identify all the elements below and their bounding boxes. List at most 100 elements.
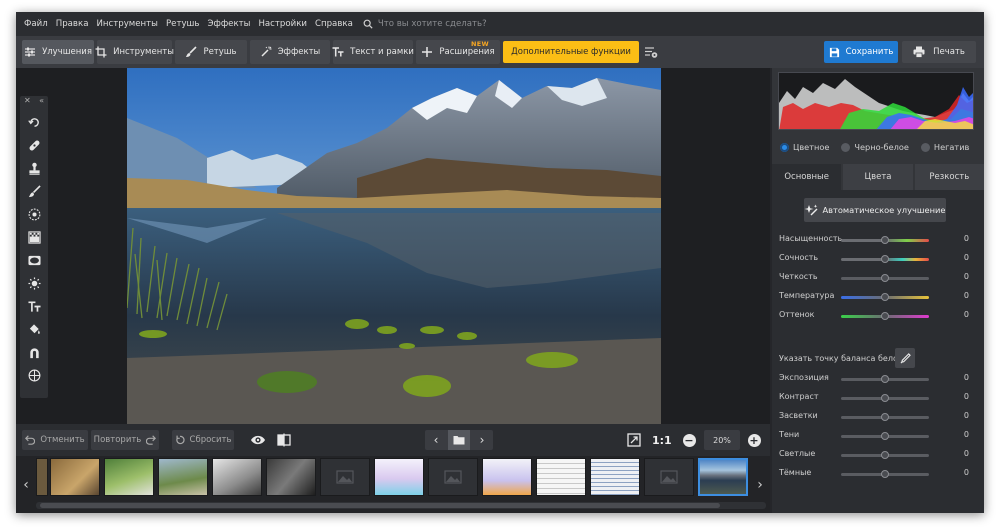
- settings-toggle-button[interactable]: [641, 41, 661, 63]
- scrollbar-thumb[interactable]: [40, 503, 720, 508]
- stamp-tool[interactable]: [24, 158, 44, 178]
- slider-label: Контраст: [779, 392, 819, 401]
- radio-bw[interactable]: [841, 142, 851, 152]
- menu-settings[interactable]: Настройки: [254, 19, 311, 29]
- menu-retouch[interactable]: Ретушь: [162, 19, 204, 29]
- tab-basic[interactable]: Основные: [772, 164, 842, 190]
- slider-knob[interactable]: [881, 470, 889, 478]
- actual-size-button[interactable]: 1:1: [652, 430, 672, 450]
- undo-button[interactable]: Отменить: [22, 430, 88, 450]
- search-input[interactable]: [377, 19, 538, 29]
- thumbnail[interactable]: [158, 458, 208, 496]
- vignette-tool[interactable]: [24, 250, 44, 270]
- thumbnail[interactable]: [212, 458, 262, 496]
- slider-knob[interactable]: [881, 255, 889, 263]
- thumbnail-placeholder[interactable]: [644, 458, 694, 496]
- redo-button[interactable]: Повторить: [91, 430, 159, 450]
- collapse-icon[interactable]: «: [39, 96, 44, 106]
- open-folder-button[interactable]: [448, 430, 470, 450]
- zoom-in-button[interactable]: +: [744, 430, 764, 450]
- slider-contrast: Контраст 0: [779, 392, 979, 404]
- menu-help[interactable]: Справка: [311, 19, 357, 29]
- slider-knob[interactable]: [881, 375, 889, 383]
- slider-clarity: Четкость 0: [779, 272, 979, 284]
- light-tool[interactable]: [24, 273, 44, 293]
- grid-tool[interactable]: [24, 365, 44, 385]
- thumbnail[interactable]: [374, 458, 424, 496]
- zoom-out-button[interactable]: −: [679, 430, 699, 450]
- thumbnail-placeholder[interactable]: [428, 458, 478, 496]
- white-balance-row: Указать точку баланса белого: [779, 348, 979, 368]
- filmstrip-scrollbar[interactable]: [36, 502, 766, 509]
- radio-negative[interactable]: [920, 142, 930, 152]
- slider-knob[interactable]: [881, 394, 889, 402]
- thumbnail[interactable]: [266, 458, 316, 496]
- mode-label: Негатив: [933, 142, 970, 152]
- slider-label: Температура: [779, 291, 835, 300]
- slider-value: 0: [963, 449, 969, 458]
- slider-whites: Светлые 0: [779, 449, 979, 461]
- slider-knob[interactable]: [881, 451, 889, 459]
- menu-tools[interactable]: Инструменты: [92, 19, 162, 29]
- rotate-tool[interactable]: [24, 112, 44, 132]
- text-tool[interactable]: [24, 296, 44, 316]
- thumbnail-selected[interactable]: [698, 458, 748, 496]
- tab-text-frames[interactable]: Текст и рамки: [332, 40, 414, 64]
- thumbnail-placeholder[interactable]: [320, 458, 370, 496]
- thumbnail[interactable]: [536, 458, 586, 496]
- photo-canvas[interactable]: [127, 68, 661, 424]
- slider-value: 0: [963, 272, 969, 281]
- fit-screen-button[interactable]: [624, 430, 644, 450]
- menu-edit[interactable]: Правка: [52, 19, 93, 29]
- slider-saturation: Насыщенность 0: [779, 234, 979, 246]
- filmstrip-prev-button[interactable]: ‹: [18, 456, 34, 513]
- fill-tool[interactable]: [24, 319, 44, 339]
- extra-functions-button[interactable]: Дополнительные функции: [503, 41, 639, 63]
- menu-effects[interactable]: Эффекты: [203, 19, 254, 29]
- print-button[interactable]: Печать: [902, 41, 976, 63]
- save-button[interactable]: Сохранить: [824, 41, 898, 63]
- reset-button[interactable]: Сбросить: [172, 430, 234, 450]
- auto-enhance-button[interactable]: Автоматическое улучшение: [804, 198, 946, 222]
- gradient-tool[interactable]: [24, 227, 44, 247]
- zoom-level[interactable]: 20%: [704, 430, 740, 450]
- app-window: Файл Правка Инструменты Ретушь Эффекты Н…: [16, 12, 984, 513]
- tab-retouch[interactable]: Ретушь: [175, 40, 247, 64]
- selection-tool[interactable]: [24, 342, 44, 362]
- preview-toggle-button[interactable]: [248, 430, 268, 450]
- slider-knob[interactable]: [881, 432, 889, 440]
- thumbnail[interactable]: [36, 458, 48, 496]
- tab-enhancements[interactable]: Улучшения: [22, 40, 94, 64]
- image-placeholder-icon: [444, 470, 462, 484]
- tab-effects[interactable]: Эффекты: [250, 40, 330, 64]
- tab-tools[interactable]: Инструменты: [95, 40, 174, 64]
- thumbnail[interactable]: [482, 458, 532, 496]
- close-icon[interactable]: ✕: [24, 96, 31, 106]
- bandage-icon: [29, 140, 39, 150]
- prev-image-button[interactable]: ‹: [425, 433, 447, 447]
- brush-tool[interactable]: [24, 181, 44, 201]
- tab-colors[interactable]: Цвета: [843, 164, 913, 190]
- slider-knob[interactable]: [881, 312, 889, 320]
- rotate-icon: [27, 117, 39, 127]
- new-badge: NEW: [471, 40, 489, 48]
- slider-knob[interactable]: [881, 274, 889, 282]
- floppy-icon: [829, 47, 839, 57]
- thumbnail[interactable]: [50, 458, 100, 496]
- menu-bar: Файл Правка Инструменты Ретушь Эффекты Н…: [16, 12, 984, 36]
- slider-knob[interactable]: [881, 293, 889, 301]
- tab-sharpness[interactable]: Резкость: [914, 164, 984, 190]
- menu-file[interactable]: Файл: [20, 19, 52, 29]
- mode-label: Цветное: [793, 142, 830, 152]
- radial-tool[interactable]: [24, 204, 44, 224]
- compare-button[interactable]: [274, 430, 294, 450]
- reset-label: Сбросить: [189, 435, 232, 445]
- heal-tool[interactable]: [24, 135, 44, 155]
- radio-color[interactable]: [780, 142, 789, 152]
- slider-knob[interactable]: [881, 236, 889, 244]
- white-balance-picker-button[interactable]: [895, 348, 915, 368]
- slider-knob[interactable]: [881, 413, 889, 421]
- next-image-button[interactable]: ›: [471, 433, 493, 447]
- thumbnail[interactable]: [104, 458, 154, 496]
- thumbnail[interactable]: [590, 458, 640, 496]
